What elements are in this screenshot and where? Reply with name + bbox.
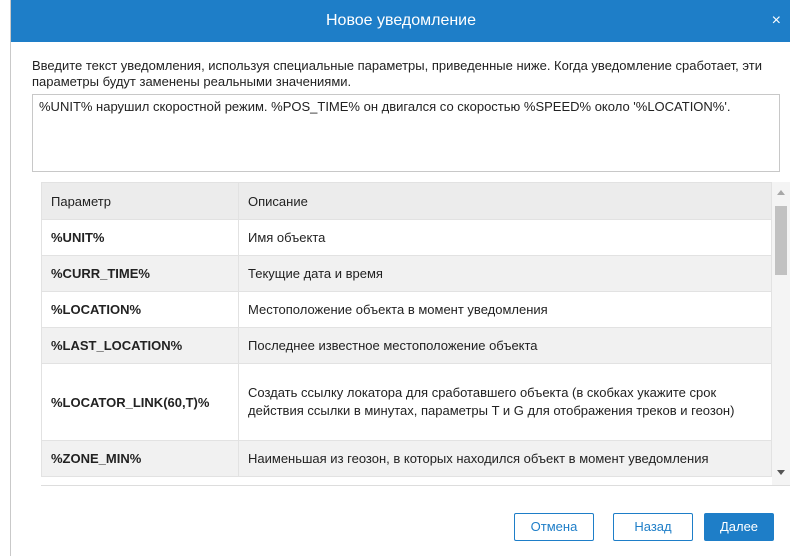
parameters-table: Параметр Описание %UNIT% Имя объекта %CU… <box>41 182 772 477</box>
parameter-cell: %LAST_LOCATION% <box>41 327 239 364</box>
table-scrollbar[interactable] <box>772 182 790 485</box>
scroll-up-arrow-icon[interactable] <box>777 190 785 195</box>
intro-text: Введите текст уведомления, используя спе… <box>32 58 762 89</box>
table-row[interactable]: %CURR_TIME% Текущие дата и время <box>41 255 772 292</box>
table-row[interactable]: %ZONE_MIN% Наименьшая из геозон, в котор… <box>41 440 772 477</box>
new-notification-dialog: Новое уведомление × Введите текст уведом… <box>10 0 790 556</box>
column-header-parameter: Параметр <box>41 182 239 220</box>
notification-text-input[interactable]: %UNIT% нарушил скоростной режим. %POS_TI… <box>32 94 780 172</box>
scroll-down-arrow-icon[interactable] <box>777 470 785 475</box>
description-cell: Имя объекта <box>238 219 772 256</box>
scrollbar-thumb[interactable] <box>775 206 787 275</box>
table-row[interactable]: %LOCATION% Местоположение объекта в моме… <box>41 291 772 328</box>
description-cell: Местоположение объекта в момент уведомле… <box>238 291 772 328</box>
table-row[interactable]: %LAST_LOCATION% Последнее известное мест… <box>41 327 772 364</box>
table-row[interactable]: %UNIT% Имя объекта <box>41 219 772 256</box>
table-header-row: Параметр Описание <box>41 182 772 220</box>
column-header-description: Описание <box>238 182 772 220</box>
table-row[interactable]: %LOCATOR_LINK(60,T)% Создать ссылку лока… <box>41 363 772 441</box>
description-cell: Наименьшая из геозон, в которых находилс… <box>238 440 772 477</box>
dialog-title: Новое уведомление <box>325 12 477 29</box>
dialog-titlebar: Новое уведомление × <box>11 0 790 42</box>
description-cell: Последнее известное местоположение объек… <box>238 327 772 364</box>
cancel-button[interactable]: Отмена <box>514 513 594 541</box>
back-button[interactable]: Назад <box>613 513 693 541</box>
parameter-cell: %ZONE_MIN% <box>41 440 239 477</box>
parameter-cell: %CURR_TIME% <box>41 255 239 292</box>
parameter-cell: %LOCATION% <box>41 291 239 328</box>
close-icon[interactable]: × <box>772 0 781 42</box>
description-cell: Текущие дата и время <box>238 255 772 292</box>
parameters-table-container: Параметр Описание %UNIT% Имя объекта %CU… <box>41 182 790 486</box>
parameter-cell: %LOCATOR_LINK(60,T)% <box>41 363 239 441</box>
next-button[interactable]: Далее <box>704 513 774 541</box>
parameter-cell: %UNIT% <box>41 219 239 256</box>
description-cell: Создать ссылку локатора для сработавшего… <box>238 363 772 441</box>
